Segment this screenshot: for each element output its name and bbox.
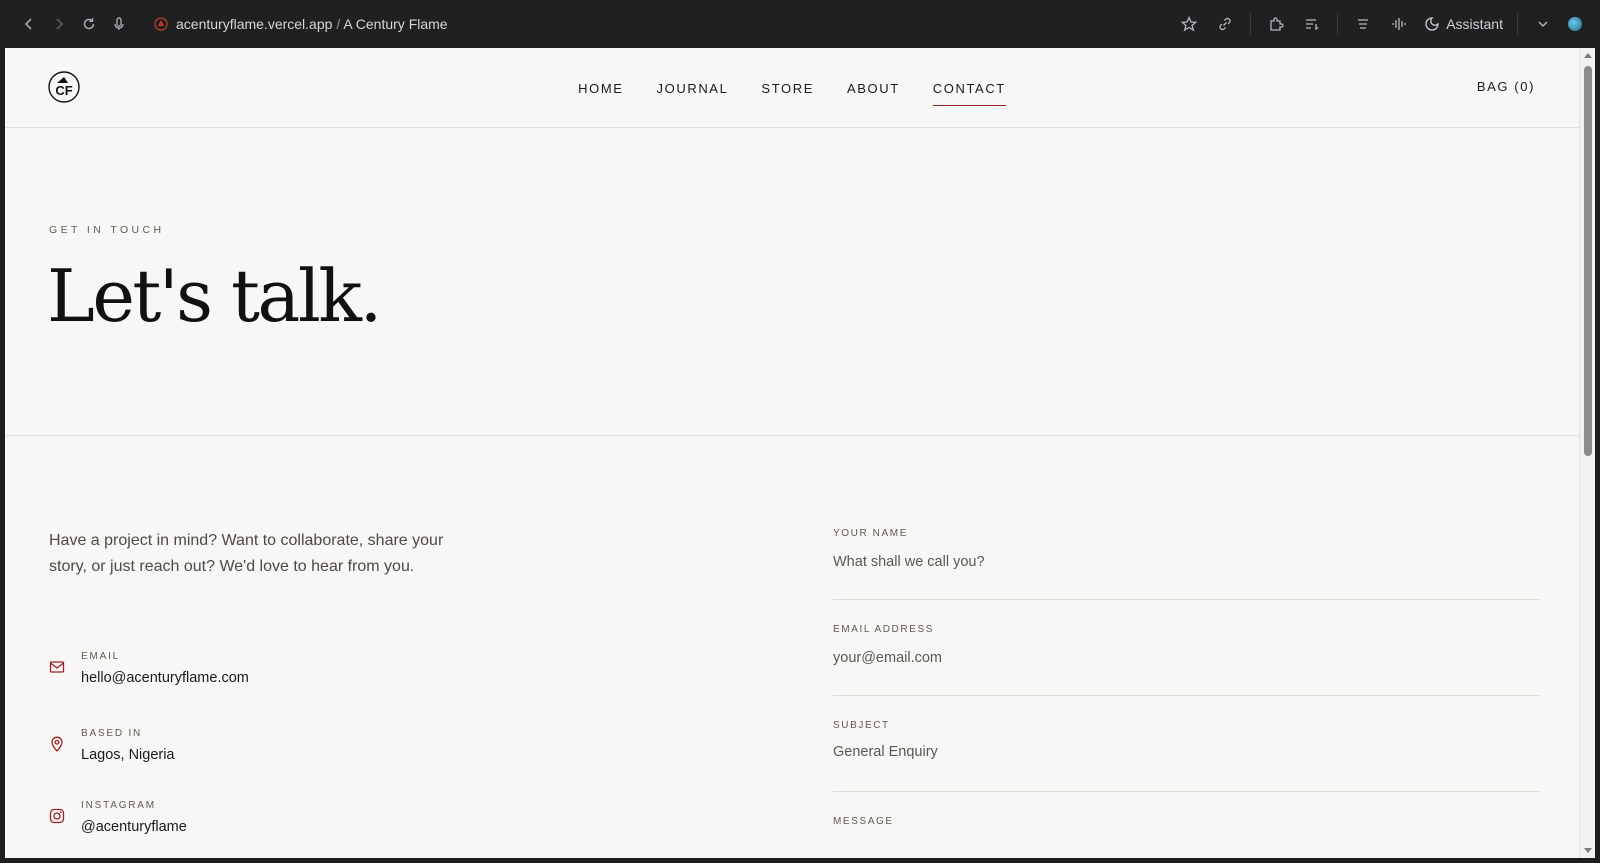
email-link[interactable]: hello@acenturyflame.com xyxy=(81,670,249,686)
page-title: Let's talk. xyxy=(47,254,382,338)
nav-store[interactable]: STORE xyxy=(761,75,814,102)
page-scrollbar[interactable] xyxy=(1579,48,1595,858)
instagram-link[interactable]: @acenturyflame xyxy=(81,819,187,835)
nav-home[interactable]: HOME xyxy=(578,75,623,102)
microphone-icon[interactable] xyxy=(104,9,134,39)
subject-select[interactable]: General Enquiry xyxy=(833,744,938,760)
subject-label: SUBJECT xyxy=(833,720,890,731)
toolbar-divider xyxy=(1337,13,1339,35)
site-favicon-icon xyxy=(154,17,168,31)
back-icon[interactable] xyxy=(14,9,44,39)
nav-about[interactable]: ABOUT xyxy=(847,75,900,102)
forward-icon[interactable] xyxy=(44,9,74,39)
subject-field: SUBJECT General Enquiry xyxy=(833,720,1539,792)
address-bar[interactable]: acenturyflame.vercel.app / A Century Fla… xyxy=(154,16,448,32)
message-label: MESSAGE xyxy=(833,816,894,827)
toolbar-divider xyxy=(1250,13,1252,35)
toolbar-divider xyxy=(1517,13,1518,35)
assistant-button[interactable]: Assistant xyxy=(1424,16,1503,32)
assistant-label: Assistant xyxy=(1446,16,1503,32)
url-separator: / xyxy=(336,16,341,32)
nav-journal[interactable]: JOURNAL xyxy=(657,75,729,102)
window-bottom-edge xyxy=(0,858,1600,863)
url-domain: acenturyflame.vercel.app xyxy=(176,16,333,32)
scroll-up-icon[interactable] xyxy=(1584,53,1592,58)
contact-instagram-item: INSTAGRAM @acenturyflame xyxy=(49,800,187,835)
contact-intro: Have a project in mind? Want to collabor… xyxy=(49,532,444,575)
scrollbar-thumb[interactable] xyxy=(1584,66,1592,456)
hero-section: GET IN TOUCH Let's talk. xyxy=(5,128,1579,436)
url-text: acenturyflame.vercel.app / A Century Fla… xyxy=(176,16,448,32)
main-nav: HOME JOURNAL STORE ABOUT CONTACT xyxy=(5,48,1579,128)
reading-list-icon[interactable] xyxy=(1301,13,1323,35)
scroll-down-icon[interactable] xyxy=(1584,848,1592,853)
message-field: MESSAGE xyxy=(833,816,1539,858)
name-field: YOUR NAME xyxy=(833,528,1539,600)
extensions-icon[interactable] xyxy=(1265,13,1287,35)
nav-contact[interactable]: CONTACT xyxy=(932,75,1006,106)
page-title-text: A Century Flame xyxy=(343,16,448,32)
assistant-icon xyxy=(1425,17,1439,31)
contact-email-item: EMAIL hello@acenturyflame.com xyxy=(49,651,249,686)
chevron-down-icon[interactable] xyxy=(1532,13,1554,35)
name-input[interactable] xyxy=(833,548,1539,576)
mail-icon xyxy=(49,659,65,675)
instagram-icon xyxy=(49,808,65,824)
location-pin-icon xyxy=(49,736,65,752)
link-icon[interactable] xyxy=(1214,13,1236,35)
instagram-label: INSTAGRAM xyxy=(81,800,156,811)
email-address-label: EMAIL ADDRESS xyxy=(833,624,935,635)
hero-eyebrow: GET IN TOUCH xyxy=(49,224,165,236)
browser-right-tools: Assistant xyxy=(1178,0,1582,48)
audio-wave-icon[interactable] xyxy=(1388,13,1410,35)
menu-lines-icon[interactable] xyxy=(1352,13,1374,35)
site-header: CF HOME JOURNAL STORE ABOUT CONTACT BAG … xyxy=(5,48,1579,128)
email-field: EMAIL ADDRESS xyxy=(833,624,1539,696)
page-viewport: CF HOME JOURNAL STORE ABOUT CONTACT BAG … xyxy=(5,48,1579,858)
location-label: BASED IN xyxy=(81,728,143,739)
location-value: Lagos, Nigeria xyxy=(81,747,175,763)
name-label: YOUR NAME xyxy=(833,528,908,539)
contact-location-item: BASED IN Lagos, Nigeria xyxy=(49,728,175,763)
email-input[interactable] xyxy=(833,644,1539,672)
reload-icon[interactable] xyxy=(74,9,104,39)
profile-avatar[interactable] xyxy=(1568,17,1582,31)
email-label: EMAIL xyxy=(81,651,121,662)
bookmark-star-icon[interactable] xyxy=(1178,13,1200,35)
browser-toolbar: acenturyflame.vercel.app / A Century Fla… xyxy=(0,0,1600,48)
bag-link[interactable]: BAG (0) xyxy=(1477,79,1535,94)
